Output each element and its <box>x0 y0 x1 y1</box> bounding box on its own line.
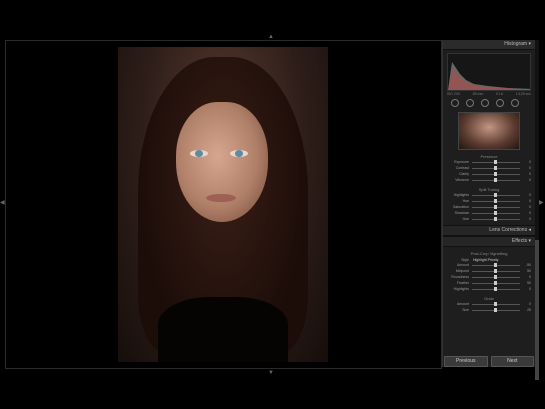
panel-scrollbar[interactable] <box>535 40 539 380</box>
tool-strip <box>443 97 535 109</box>
presence-slider[interactable] <box>472 165 520 170</box>
vignette-slider[interactable] <box>472 268 520 273</box>
portrait-photo <box>118 47 328 362</box>
split-toning-slider[interactable] <box>472 216 520 221</box>
presence-slider[interactable] <box>472 159 520 164</box>
photo-face <box>176 102 268 222</box>
develop-right-panel: Histogram ▾ ISO 200 85 mm f/1.8 1/125 se… <box>442 40 535 367</box>
split-toning-slider[interactable] <box>472 204 520 209</box>
vignette-slider[interactable] <box>472 286 520 291</box>
spot-removal-icon[interactable] <box>466 99 474 107</box>
top-panel-toggle-icon[interactable]: ▲ <box>268 34 274 40</box>
graduated-filter-icon[interactable] <box>496 99 504 107</box>
split-toning-slider-row[interactable]: Hue 0 <box>443 216 535 222</box>
right-panel-toggle-icon[interactable]: ▶ <box>539 200 544 206</box>
vignette-title: Post-Crop Vignetting <box>470 251 508 256</box>
lips <box>206 194 236 202</box>
effects-header[interactable]: Effects ▾ <box>443 236 535 247</box>
split-toning-slider[interactable] <box>472 210 520 215</box>
lens-corrections-header[interactable]: Lens Corrections ◂ <box>443 225 535 236</box>
histogram-graph <box>447 53 531 91</box>
footer-buttons: Previous Next <box>444 356 534 367</box>
left-panel-toggle-icon[interactable]: ◀ <box>0 200 5 206</box>
presence-slider[interactable] <box>472 177 520 182</box>
split-toning-slider[interactable] <box>472 192 520 197</box>
next-button[interactable]: Next <box>490 356 534 367</box>
presence-slider[interactable] <box>472 171 520 176</box>
vignette-style-select[interactable]: Highlight Priority <box>473 258 498 262</box>
previous-button[interactable]: Previous <box>444 356 488 367</box>
right-eye <box>230 150 248 157</box>
navigator-thumbnail[interactable] <box>458 112 520 150</box>
histogram-header[interactable]: Histogram ▾ <box>443 40 535 50</box>
left-eye <box>190 150 208 157</box>
vignette-slider[interactable] <box>472 262 520 267</box>
presence-slider-row[interactable]: Vibrance 0 <box>443 177 535 183</box>
grain-slider[interactable] <box>472 301 520 306</box>
grain-slider-row[interactable]: Size 25 <box>443 307 535 313</box>
vignette-slider[interactable] <box>472 274 520 279</box>
split-toning-slider[interactable] <box>472 198 520 203</box>
bottom-panel-toggle-icon[interactable]: ▼ <box>268 370 274 376</box>
red-eye-icon[interactable] <box>481 99 489 107</box>
crop-tool-icon[interactable] <box>451 99 459 107</box>
vignette-slider[interactable] <box>472 280 520 285</box>
grain-slider[interactable] <box>472 307 520 312</box>
vignette-slider-row[interactable]: Highlights 0 <box>443 286 535 292</box>
photo-shirt <box>158 297 288 362</box>
adjustment-brush-icon[interactable] <box>511 99 519 107</box>
